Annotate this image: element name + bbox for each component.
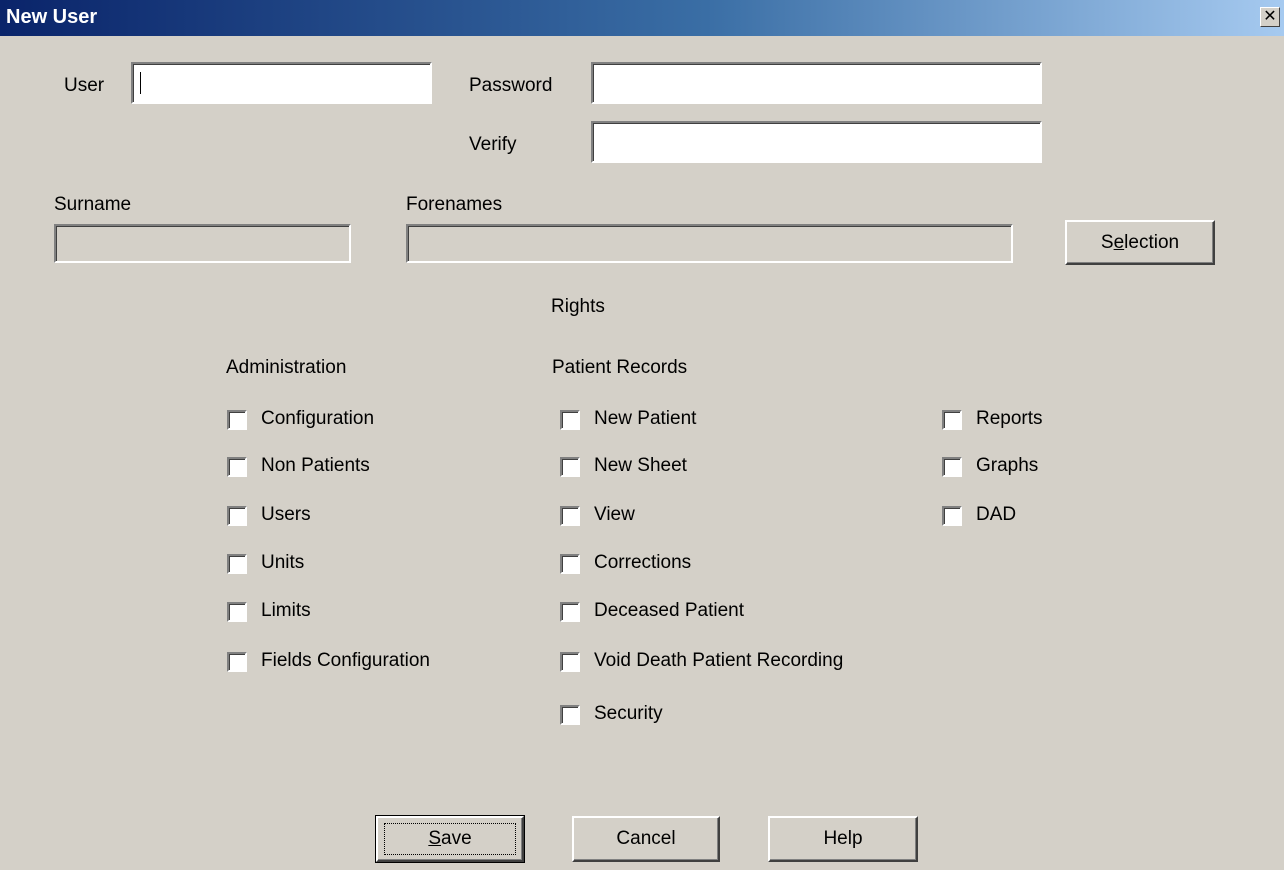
- rights-title: Rights: [551, 296, 605, 317]
- checkbox-box[interactable]: [942, 410, 962, 430]
- checkbox-label: New Sheet: [594, 455, 687, 476]
- verify-label: Verify: [469, 134, 517, 155]
- checkbox-box[interactable]: [942, 506, 962, 526]
- checkbox-label: Fields Configuration: [261, 650, 430, 671]
- checkbox-box[interactable]: [227, 652, 247, 672]
- checkbox-label: Configuration: [261, 408, 375, 429]
- checkbox-box[interactable]: [560, 554, 580, 574]
- checkbox-label: Non Patients: [261, 455, 370, 476]
- checkbox-label: New Patient: [594, 408, 697, 429]
- cancel-button[interactable]: Cancel: [572, 816, 720, 862]
- checkbox-box[interactable]: [227, 554, 247, 574]
- checkbox-box[interactable]: [560, 652, 580, 672]
- user-input[interactable]: [131, 62, 432, 104]
- help-button-label: Help: [823, 828, 863, 849]
- checkbox-box[interactable]: [227, 602, 247, 622]
- selection-button-label: Selection: [1100, 232, 1180, 253]
- patient-records-heading: Patient Records: [552, 357, 688, 378]
- password-label: Password: [469, 75, 553, 96]
- checkbox-label: Users: [261, 504, 311, 525]
- checkbox-label: Graphs: [976, 455, 1039, 476]
- forenames-label: Forenames: [406, 194, 503, 215]
- title-bar: New User ✕: [0, 0, 1284, 36]
- surname-field: [54, 224, 351, 263]
- checkbox-box[interactable]: [560, 602, 580, 622]
- verify-input[interactable]: [591, 121, 1042, 163]
- checkbox-box[interactable]: [227, 410, 247, 430]
- password-input[interactable]: [591, 62, 1042, 104]
- checkbox-label: Units: [261, 552, 305, 573]
- checkbox-label: Limits: [261, 600, 311, 621]
- checkbox-box[interactable]: [227, 457, 247, 477]
- selection-button[interactable]: Selection: [1065, 220, 1215, 265]
- checkbox-label: DAD: [976, 504, 1017, 525]
- checkbox-box[interactable]: [227, 506, 247, 526]
- checkbox-box[interactable]: [942, 457, 962, 477]
- forenames-field: [406, 224, 1013, 263]
- administration-heading: Administration: [226, 357, 347, 378]
- help-button[interactable]: Help: [768, 816, 918, 862]
- checkbox-box[interactable]: [560, 410, 580, 430]
- checkbox-box[interactable]: [560, 705, 580, 725]
- text-caret: [140, 72, 141, 94]
- checkbox-box[interactable]: [560, 506, 580, 526]
- window-title: New User: [6, 6, 98, 28]
- cancel-button-label: Cancel: [616, 828, 676, 849]
- checkbox-label: Void Death Patient Recording: [594, 650, 844, 671]
- close-icon[interactable]: ✕: [1260, 7, 1280, 27]
- checkbox-label: Security: [594, 703, 663, 724]
- save-button[interactable]: Save: [375, 815, 525, 863]
- checkbox-label: Reports: [976, 408, 1043, 429]
- focus-rectangle: [384, 823, 516, 855]
- surname-label: Surname: [54, 194, 132, 215]
- user-label: User: [64, 75, 105, 96]
- checkbox-box[interactable]: [560, 457, 580, 477]
- checkbox-label: Deceased Patient: [594, 600, 744, 621]
- checkbox-label: View: [594, 504, 635, 525]
- checkbox-label: Corrections: [594, 552, 692, 573]
